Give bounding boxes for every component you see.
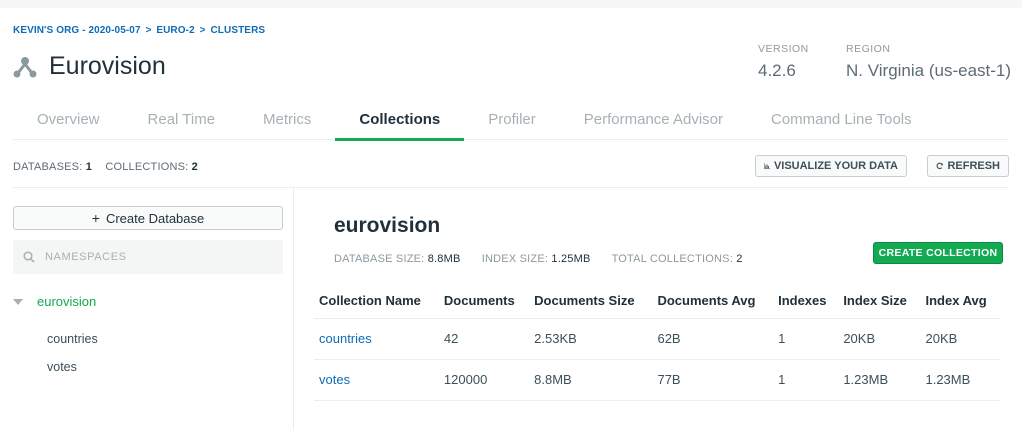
visualize-data-button[interactable]: VISUALIZE YOUR DATA [755,155,907,177]
table-cell: 8.8MB [529,359,653,401]
table-cell: votes [314,359,439,401]
table-row: votes 120000 8.8MB 77B 1 1.23MB 1.23MB [314,359,1000,401]
column-header[interactable]: Documents Size [529,284,653,319]
table-cell: 1.23MB [838,359,921,401]
sidebar-divider [293,188,294,430]
sidebar-collection-countries[interactable]: countries [47,332,98,346]
table-cell: 1 [773,359,839,401]
collections-label: COLLECTIONS: [105,161,189,173]
visualize-data-label: VISUALIZE YOUR DATA [773,160,898,172]
region-info: REGION N. Virginia (us-east-1) [846,43,1011,81]
database-size-label: DATABASE SIZE: [334,253,425,265]
breadcrumb-project[interactable]: EURO-2 [156,25,194,36]
collections-count: 2 [191,161,198,173]
breadcrumb: KEVIN'S ORG - 2020-05-07 > EURO-2 > CLUS… [13,25,265,36]
create-collection-button[interactable]: CREATE COLLECTION [873,242,1003,264]
total-collections-value: 2 [736,253,743,265]
table-cell: 42 [438,318,530,360]
refresh-icon [936,162,943,170]
table-cell: 2.53KB [529,318,653,360]
sidebar-database-eurovision[interactable]: eurovision [13,294,96,309]
column-header[interactable]: Collection Name [314,284,439,319]
total-collections-label: TOTAL COLLECTIONS: [611,253,733,265]
column-header[interactable]: Documents Avg [652,284,774,319]
search-icon [23,251,35,263]
top-strip [0,0,1022,8]
sidebar-collection-votes[interactable]: votes [47,360,77,374]
column-header[interactable]: Index Avg [920,284,1000,319]
column-header[interactable]: Indexes [773,284,839,319]
caret-down-icon[interactable] [13,298,23,305]
breadcrumb-org[interactable]: KEVIN'S ORG - 2020-05-07 [13,25,141,36]
breadcrumb-separator: > [145,25,152,36]
database-name[interactable]: eurovision [37,294,96,309]
tab-real-time[interactable]: Real Time [124,102,240,140]
content-divider [13,187,1009,188]
table-cell: 62B [652,318,774,360]
region-value: N. Virginia (us-east-1) [846,61,1012,80]
namespace-search-input[interactable] [45,251,265,263]
breadcrumb-separator: > [199,25,206,36]
version-info: VERSION 4.2.6 [758,43,809,81]
table-cell: 20KB [920,318,1000,360]
index-size-label: INDEX SIZE: [481,253,549,265]
database-title: eurovision [334,214,441,237]
bar-chart-icon [764,163,770,169]
column-header[interactable]: Index Size [838,284,921,319]
breadcrumb-clusters[interactable]: CLUSTERS [210,25,265,36]
table-cell: 120000 [438,359,530,401]
version-label: VERSION [758,43,809,55]
tab-command-line-tools[interactable]: Command Line Tools [747,102,936,140]
refresh-button[interactable]: REFRESH [927,155,1009,177]
database-stats: DATABASE SIZE: 8.8MB INDEX SIZE: 1.25MB … [334,253,761,265]
table-cell: countries [314,318,439,360]
collection-link[interactable]: countries [319,331,372,346]
page-title: Eurovision [49,52,166,80]
cluster-icon [13,56,37,77]
databases-count: 1 [85,161,93,173]
table-cell: 1.23MB [920,359,1000,401]
region-label: REGION [846,43,891,55]
create-database-button[interactable]: + Create Database [13,206,283,230]
tab-metrics[interactable]: Metrics [239,102,335,140]
table-cell: 20KB [838,318,921,360]
tab-performance-advisor[interactable]: Performance Advisor [560,102,747,140]
version-value: 4.2.6 [758,61,796,80]
summary-stats: DATABASES: 1 COLLECTIONS: 2 [13,161,208,173]
tab-collections[interactable]: Collections [335,102,465,141]
collection-link[interactable]: votes [319,372,350,387]
refresh-label: REFRESH [947,160,1000,172]
database-size-value: 8.8MB [427,253,461,265]
table-row: countries 42 2.53KB 62B 1 20KB 20KB [314,318,1000,360]
plus-icon: + [91,210,100,226]
cluster-header: Eurovision [13,52,166,81]
table-cell: 1 [773,318,839,360]
table-header-row: Collection Name Documents Documents Size… [314,284,1000,319]
create-database-label: Create Database [105,210,205,226]
databases-label: DATABASES: [13,161,83,173]
tab-bar: Overview Real Time Metrics Collections P… [13,102,1009,141]
tab-profiler[interactable]: Profiler [464,102,560,140]
index-size-value: 1.25MB [551,253,591,265]
column-header[interactable]: Documents [438,284,530,319]
tab-overview[interactable]: Overview [13,102,124,140]
collections-table: Collection Name Documents Documents Size… [314,284,1000,401]
table-cell: 77B [652,359,774,401]
namespace-search [13,240,283,274]
